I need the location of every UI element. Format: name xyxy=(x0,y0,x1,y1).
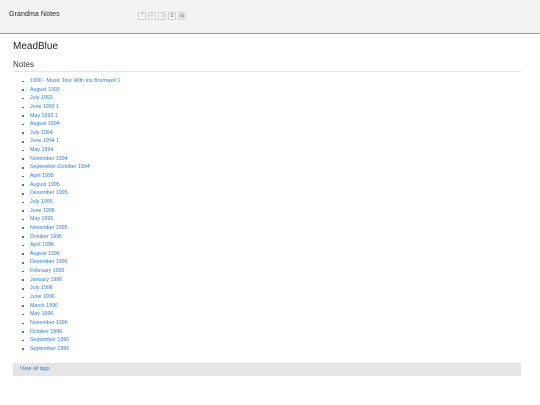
section-heading: Notes xyxy=(13,60,34,69)
grid-icon[interactable]: ▦ xyxy=(178,12,186,20)
view-all-tags-link[interactable]: View all tags xyxy=(20,366,50,372)
note-link[interactable]: May 1994 xyxy=(19,146,120,155)
copy-icon[interactable]: ⧉ xyxy=(168,12,176,20)
note-link[interactable]: September 1996 xyxy=(19,336,120,345)
note-link[interactable]: July 1996 xyxy=(19,284,120,293)
note-link[interactable]: August 1993 xyxy=(19,86,120,95)
note-link[interactable]: February 1996 xyxy=(19,267,120,276)
text-icon[interactable]: T xyxy=(138,12,146,20)
note-link[interactable]: July 1993 xyxy=(19,94,120,103)
note-link[interactable]: April 1996 xyxy=(19,241,120,250)
note-link[interactable]: March 1996 xyxy=(19,302,120,311)
note-link[interactable]: September-October 1994 xyxy=(19,163,120,172)
top-bar: Grandma Notes T ⚲ ⤨ ⧉ ▦ xyxy=(0,0,540,34)
notebook-title: MeadBlue xyxy=(13,41,59,52)
search-icon[interactable]: ⚲ xyxy=(148,12,156,20)
note-link[interactable]: May 1993 1 xyxy=(19,112,120,121)
note-link[interactable]: May 1996 xyxy=(19,310,120,319)
note-link[interactable]: December 1995 xyxy=(19,189,120,198)
note-link[interactable]: October 1995 xyxy=(19,233,120,242)
note-link[interactable]: April 1995 xyxy=(19,172,120,181)
note-link[interactable]: July 1995 xyxy=(19,198,120,207)
note-link[interactable]: 1990 - Music Tour With Iris Brumwell 1 xyxy=(19,77,120,86)
toolbar: T ⚲ ⤨ ⧉ ▦ xyxy=(138,12,186,20)
note-link[interactable]: September 1995 xyxy=(19,345,120,354)
divider xyxy=(13,71,521,72)
note-link[interactable]: October 1996 xyxy=(19,328,120,337)
note-link[interactable]: November 1995 xyxy=(19,224,120,233)
shuffle-icon[interactable]: ⤨ xyxy=(158,12,166,20)
note-link[interactable]: August 1995 xyxy=(19,181,120,190)
notes-list: 1990 - Music Tour With Iris Brumwell 1 Au… xyxy=(19,77,120,354)
note-link[interactable]: August 1996 xyxy=(19,250,120,259)
note-link[interactable]: November 1994 xyxy=(19,155,120,164)
note-link[interactable]: December 1996 xyxy=(19,258,120,267)
app-title[interactable]: Grandma Notes xyxy=(9,11,60,18)
note-link[interactable]: June 1994 1 xyxy=(19,137,120,146)
note-link[interactable]: July 1994 xyxy=(19,129,120,138)
view-all-bar: View all tags xyxy=(13,363,521,376)
note-link[interactable]: November 1996 xyxy=(19,319,120,328)
note-link[interactable]: June 1996 xyxy=(19,293,120,302)
note-link[interactable]: May 1995 xyxy=(19,215,120,224)
note-link[interactable]: August 1994 xyxy=(19,120,120,129)
note-link[interactable]: June 1993 1 xyxy=(19,103,120,112)
note-link[interactable]: June 1995 xyxy=(19,207,120,216)
note-link[interactable]: January 1996 xyxy=(19,276,120,285)
